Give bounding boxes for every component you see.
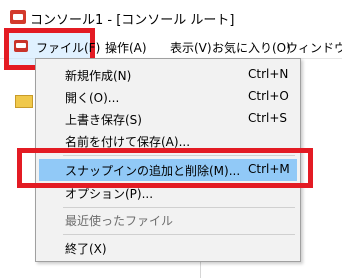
menu-view[interactable]: 表示(V) xyxy=(170,39,212,56)
menu-window[interactable]: ウィンドウ( xyxy=(286,39,342,56)
snapin-highlight-box xyxy=(17,148,313,188)
menu-item-label: 終了(X) xyxy=(65,242,107,256)
window-title: コンソール1 - [コンソール ルート] xyxy=(30,13,235,28)
menu-favorites[interactable]: お気に入り(O) xyxy=(212,39,291,56)
menu-item-label: 新規作成(N) xyxy=(65,69,132,83)
menu-item-shortcut: Ctrl+O xyxy=(248,89,289,103)
mmc-menu-icon xyxy=(14,40,28,52)
menu-item-recent-files: 最近使ったファイル xyxy=(36,210,300,230)
menu-item-label: 上書き保存(S) xyxy=(65,113,142,127)
menu-item-label: 最近使ったファイル xyxy=(65,214,174,228)
menu-file[interactable]: ファイル(F) xyxy=(36,39,100,56)
menu-separator xyxy=(63,207,295,208)
folder-icon xyxy=(15,95,33,108)
menu-item-label: 開く(O)... xyxy=(65,91,120,105)
menu-separator xyxy=(63,234,295,235)
menu-item-exit[interactable]: 終了(X) xyxy=(36,238,300,258)
menu-item-save[interactable]: 上書き保存(S) Ctrl+S xyxy=(36,109,300,129)
mmc-app-icon xyxy=(10,10,26,24)
menu-item-new[interactable]: 新規作成(N) Ctrl+N xyxy=(36,65,300,85)
menu-item-open[interactable]: 開く(O)... Ctrl+O xyxy=(36,87,300,107)
menu-item-shortcut: Ctrl+N xyxy=(248,67,289,81)
menu-action[interactable]: 操作(A) xyxy=(105,39,147,56)
menu-item-shortcut: Ctrl+S xyxy=(248,111,288,125)
